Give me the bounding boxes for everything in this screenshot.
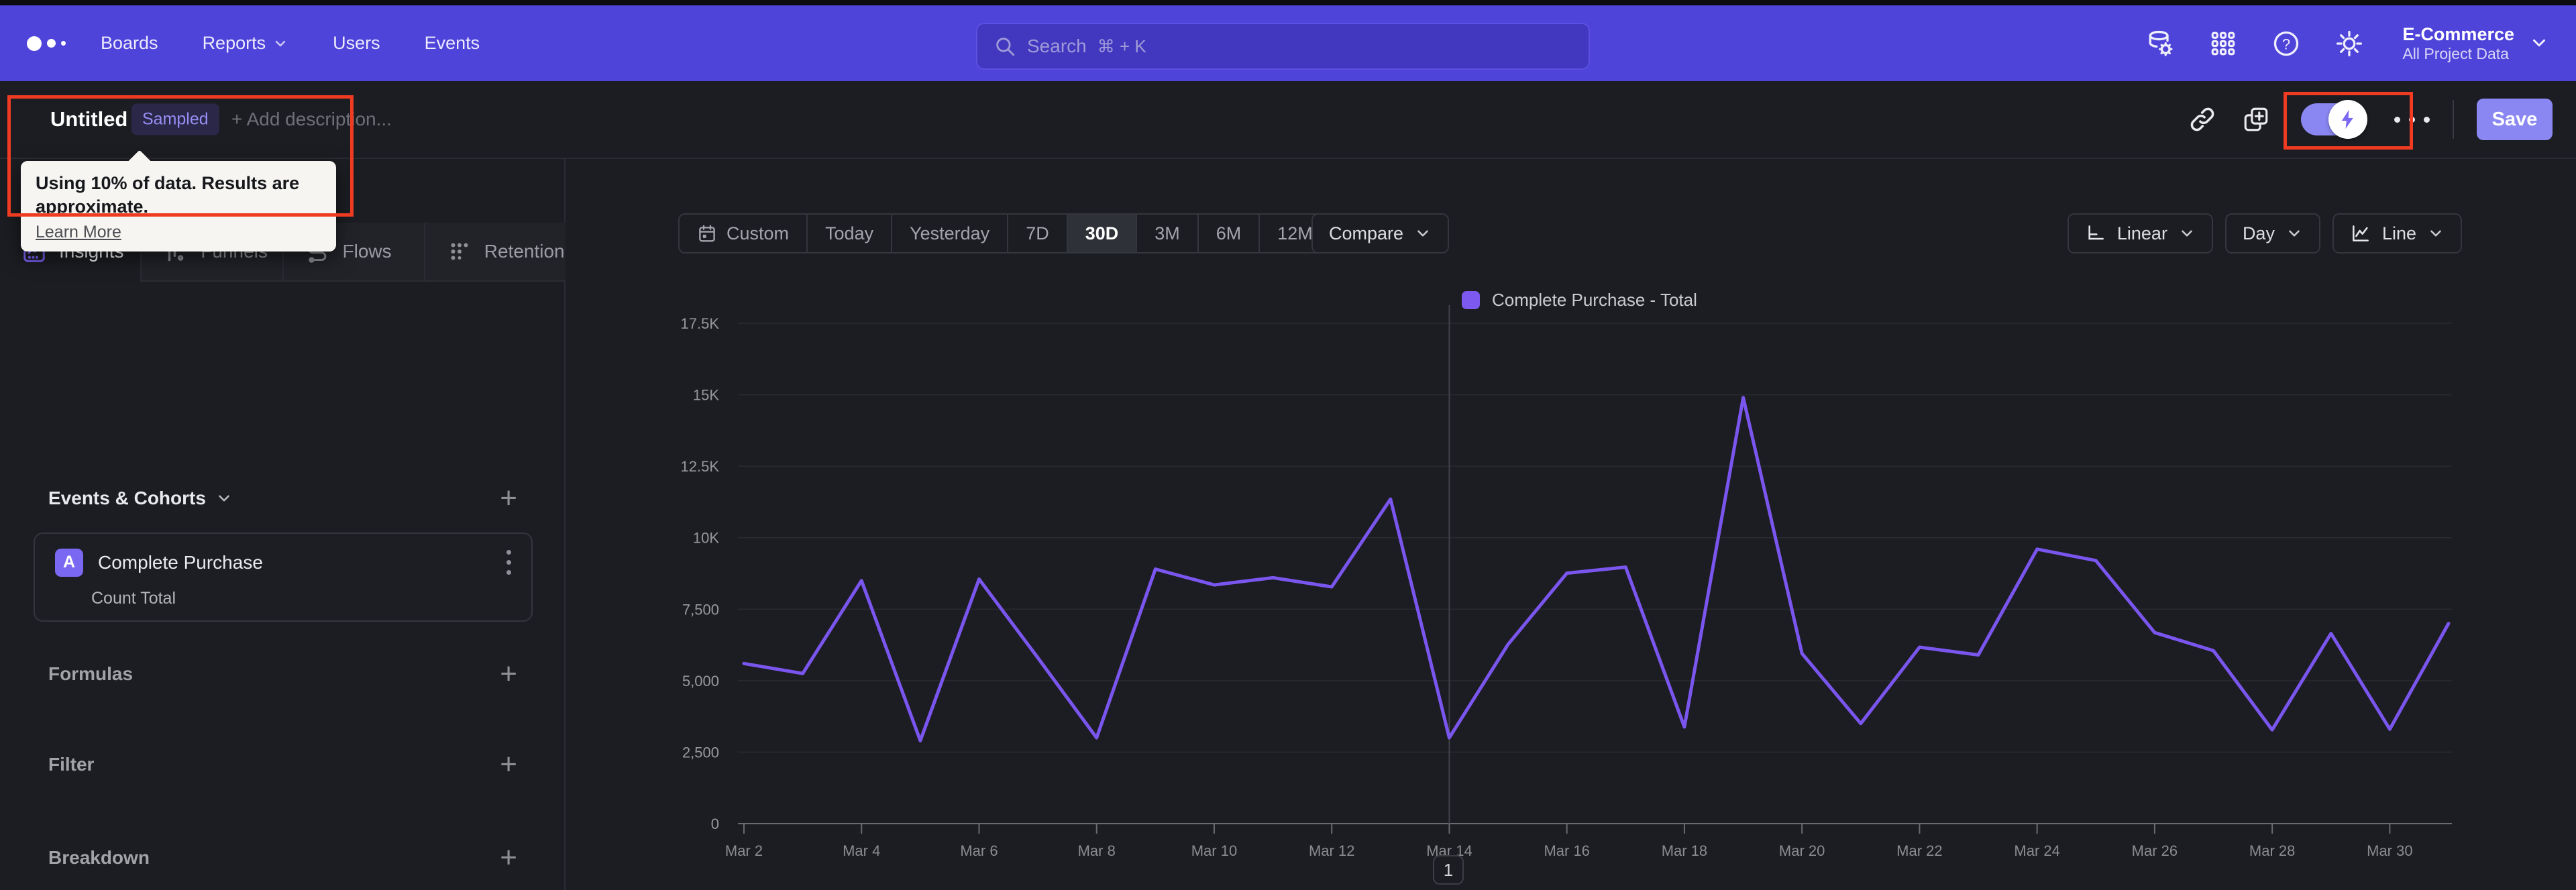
- event-name[interactable]: Complete Purchase: [98, 552, 263, 573]
- x-tick-label: Mar 22: [1896, 842, 1942, 859]
- y-tick-label: 0: [711, 816, 719, 832]
- tab-label: Flows: [342, 241, 392, 262]
- search-placeholder: Search: [1027, 36, 1087, 56]
- retention-tab-icon: [451, 243, 468, 260]
- x-tick-label: Mar 10: [1191, 842, 1237, 859]
- nav-right-group: ? E-Commerce All Project Data: [2145, 5, 2549, 81]
- chevron-down-icon: [219, 495, 229, 502]
- section-filter: Filter +: [48, 750, 517, 779]
- add-event-button[interactable]: +: [500, 484, 517, 513]
- tab-retention[interactable]: Retention: [423, 223, 566, 282]
- help-icon[interactable]: ?: [2271, 28, 2302, 59]
- sampled-badge[interactable]: Sampled: [131, 103, 219, 135]
- save-button[interactable]: Save: [2477, 99, 2553, 140]
- sampling-toggle-knob: [2328, 100, 2367, 139]
- sampling-toggle[interactable]: [2301, 100, 2367, 139]
- query-sidebar: InsightsFunnelsFlowsRetention Events & C…: [0, 159, 566, 890]
- x-tick-label: Mar 2: [725, 842, 763, 859]
- x-tick-label: Mar 8: [1078, 842, 1116, 859]
- nav-link-events[interactable]: Events: [425, 33, 480, 54]
- project-scope: All Project Data: [2402, 44, 2509, 62]
- section-formulas: Formulas +: [48, 659, 517, 689]
- nav-link-users[interactable]: Users: [333, 33, 380, 54]
- report-actions: Save: [2187, 81, 2553, 158]
- add-description[interactable]: + Add description...: [231, 109, 392, 130]
- apps-grid-icon[interactable]: [2208, 28, 2239, 59]
- project-name: E-Commerce: [2402, 23, 2514, 44]
- report-title[interactable]: Untitled: [50, 107, 127, 131]
- insights-line-chart[interactable]: 0 2,500 5,000 7,500 10K 12.5K 15K 17.5K Mar 2 Mar…: [567, 159, 2576, 890]
- mixpanel-logo-icon[interactable]: [27, 5, 66, 81]
- x-tick-label: Mar 24: [2014, 842, 2059, 859]
- x-tick-label: Mar 16: [1544, 842, 1589, 859]
- more-options-icon[interactable]: [2394, 116, 2430, 123]
- x-tick-label: Mar 18: [1662, 842, 1707, 859]
- nav-links: Boards Reports Users Events: [101, 5, 480, 81]
- header-divider: [2453, 100, 2454, 139]
- x-tick-label: Mar 20: [1779, 842, 1825, 859]
- event-series-badge: A: [55, 548, 83, 577]
- add-to-board-icon[interactable]: [2241, 104, 2271, 135]
- y-tick-label: 7,500: [682, 601, 719, 618]
- data-management-icon[interactable]: [2145, 28, 2176, 59]
- series-line-complete-purchase[interactable]: [742, 396, 2451, 742]
- section-label: Breakdown: [48, 847, 150, 868]
- svg-text:?: ?: [2282, 36, 2290, 52]
- y-tick-label: 2,500: [682, 744, 719, 761]
- add-formulas-button[interactable]: +: [500, 659, 517, 689]
- search-icon: [994, 35, 1016, 58]
- y-tick-label: 17.5K: [681, 315, 720, 332]
- x-tick-label: Mar 6: [960, 842, 998, 859]
- search-input[interactable]: Search ⌘ + K: [976, 23, 1590, 70]
- section-label: Formulas: [48, 663, 133, 684]
- chart-panel: Custom Today Yesterday 7D 30D 3M 6M 12M Compare…: [567, 159, 2576, 890]
- event-metric[interactable]: Count Total: [91, 589, 176, 608]
- tab-label: Retention: [484, 241, 565, 262]
- x-tick-label: Mar 4: [843, 842, 880, 859]
- chevron-down-icon: [2529, 33, 2549, 53]
- event-card[interactable]: A Complete Purchase Count Total: [34, 533, 533, 622]
- add-filter-button[interactable]: +: [500, 750, 517, 779]
- section-label: Filter: [48, 754, 95, 775]
- lightning-bolt-icon: [2341, 109, 2353, 129]
- event-card-row: A Complete Purchase: [55, 546, 515, 579]
- tooltip-message: Using 10% of data. Results are approxima…: [36, 173, 300, 217]
- window-top-strip: [0, 0, 2576, 5]
- y-tick-label: 10K: [693, 530, 719, 547]
- tooltip-learn-more-link[interactable]: Learn More: [36, 223, 121, 242]
- x-tick-label: Mar 30: [2367, 842, 2412, 859]
- event-options-icon[interactable]: [502, 546, 515, 579]
- section-breakdown: Breakdown +: [48, 843, 517, 873]
- x-tick-label: Mar 12: [1309, 842, 1354, 859]
- pagination-page-1[interactable]: 1: [1433, 855, 1464, 885]
- nav-link-reports[interactable]: Reports: [203, 33, 289, 54]
- x-tick-label: Mar 28: [2249, 842, 2295, 859]
- y-tick-label: 5,000: [682, 673, 719, 689]
- x-tick-label: Mar 26: [2132, 842, 2178, 859]
- chevron-down-icon: [275, 40, 286, 46]
- events-cohorts-heading[interactable]: Events & Cohorts: [48, 488, 233, 509]
- app: Boards Reports Users Events Search ⌘ + K: [0, 0, 2576, 890]
- sampling-tooltip: Using 10% of data. Results are approxima…: [21, 150, 336, 252]
- search-shortcut: ⌘ + K: [1097, 36, 1146, 56]
- y-tick-label: 12.5K: [681, 458, 720, 475]
- settings-gear-icon[interactable]: [2334, 28, 2365, 59]
- add-breakdown-button[interactable]: +: [500, 843, 517, 873]
- nav-link-boards[interactable]: Boards: [101, 33, 158, 54]
- top-nav: Boards Reports Users Events Search ⌘ + K: [0, 5, 2576, 81]
- y-tick-label: 15K: [693, 387, 719, 404]
- copy-link-icon[interactable]: [2187, 104, 2218, 135]
- events-cohorts-header: Events & Cohorts +: [48, 484, 517, 513]
- report-header: Untitled Sampled + Add description... Sa…: [0, 81, 2576, 159]
- project-switcher[interactable]: E-Commerce All Project Data: [2402, 23, 2549, 64]
